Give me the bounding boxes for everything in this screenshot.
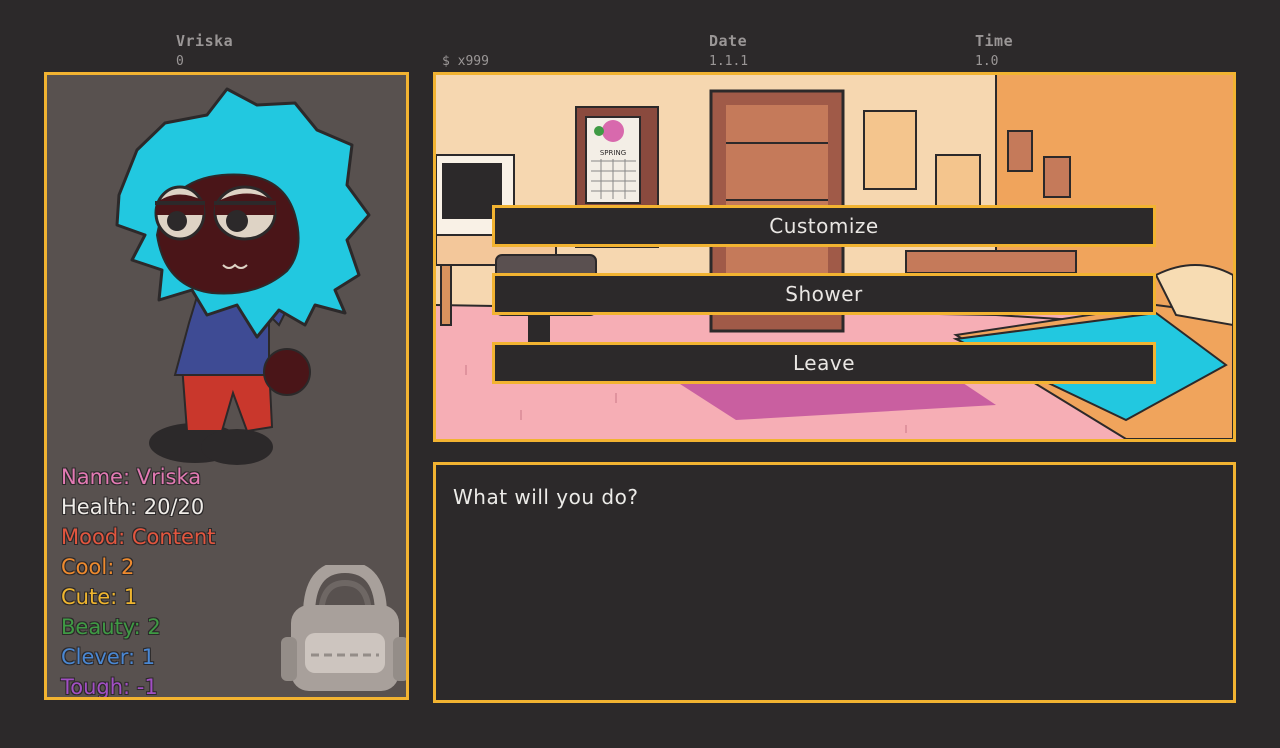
time-value: 1.0 [975, 54, 999, 69]
character-panel: Name: Vriska Health: 20/20 Mood: Content… [44, 72, 409, 700]
player-name-label: Vriska [176, 32, 234, 50]
stat-clever: Clever: 1 [61, 645, 156, 669]
leave-button[interactable]: Leave [492, 342, 1156, 384]
dialog-box: What will you do? [433, 462, 1236, 703]
stats-list: Name: Vriska Health: 20/20 Mood: Content… [47, 462, 287, 699]
stat-mood: Mood: Content [61, 525, 216, 549]
stat-cute: Cute: 1 [61, 585, 138, 609]
stat-name: Name: Vriska [61, 465, 202, 489]
stat-beauty: Beauty: 2 [61, 615, 161, 639]
calendar-label: SPRING [600, 149, 626, 157]
stat-cool: Cool: 2 [61, 555, 135, 579]
character-portrait [115, 87, 371, 465]
stat-health: Health: 20/20 [61, 495, 205, 519]
date-value: 1.1.1 [709, 54, 749, 69]
date-label: Date [709, 32, 748, 50]
scene-view: SPRING Customize Shower Leave [433, 72, 1236, 442]
backpack-icon[interactable] [279, 560, 406, 697]
player-name-value: 0 [176, 54, 184, 69]
time-label: Time [975, 32, 1014, 50]
customize-button[interactable]: Customize [492, 205, 1156, 247]
bedroom-background: SPRING [436, 75, 1233, 439]
stat-tough: Tough: -1 [61, 675, 158, 699]
shower-button[interactable]: Shower [492, 273, 1156, 315]
dialog-text: What will you do? [453, 485, 639, 509]
money-counter: $ x999 [442, 54, 489, 69]
